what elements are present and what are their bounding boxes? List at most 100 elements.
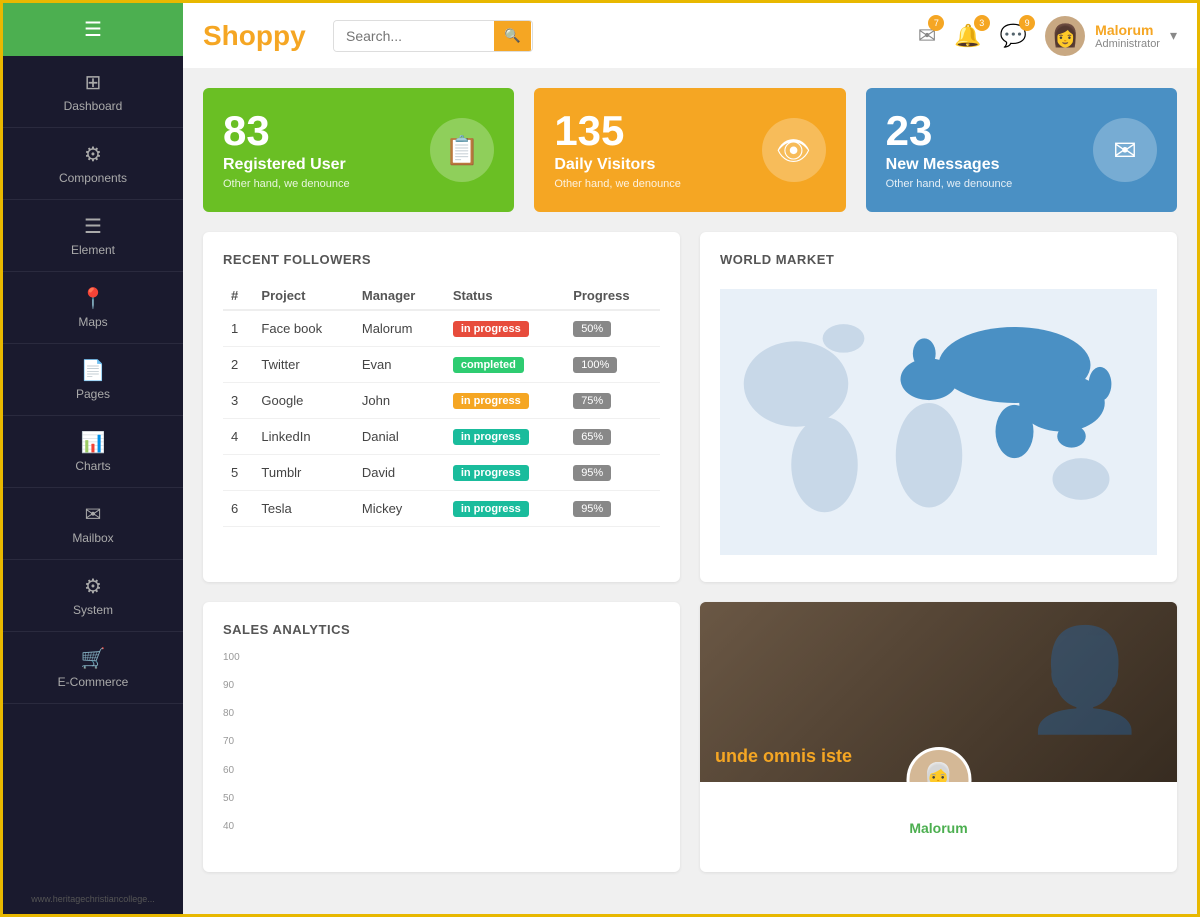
world-market-card: WORLD MARKET [700, 232, 1177, 582]
cell-manager: Mickey [354, 491, 445, 527]
cell-project: LinkedIn [253, 419, 353, 455]
search-input[interactable] [334, 21, 494, 51]
messages-button[interactable]: 💬 9 [1000, 23, 1027, 49]
search-button[interactable]: 🔍 [494, 21, 531, 51]
user-details: Malorum Administrator [1095, 22, 1160, 50]
table-row: 4 LinkedIn Danial in progress 65% [223, 419, 660, 455]
stat-icon-visitors: 👁 [762, 118, 826, 182]
cell-num: 5 [223, 455, 253, 491]
cell-progress: 75% [565, 383, 660, 419]
header-icons: ✉ 7 🔔 3 💬 9 👩 Malorum Administrator ▾ [918, 16, 1177, 56]
chevron-down-icon: ▾ [1170, 27, 1177, 44]
cell-project: Tesla [253, 491, 353, 527]
progress-badge: 65% [573, 429, 611, 445]
sidebar-label-ecommerce: E-Commerce [58, 675, 129, 689]
stat-card-users: 83 Registered User Other hand, we denoun… [203, 88, 514, 212]
maps-icon: 📍 [81, 286, 106, 311]
sidebar-item-ecommerce[interactable]: 🛒 E-Commerce [3, 632, 183, 704]
followers-card: RECENT FOLLOWERS # Project Manager Statu… [203, 232, 680, 582]
notifications-button[interactable]: ✉ 7 [918, 23, 936, 49]
stat-sub-messages: Other hand, we denounce [886, 178, 1013, 190]
stat-card-visitors: 135 Daily Visitors Other hand, we denoun… [534, 88, 845, 212]
cell-status: in progress [445, 491, 565, 527]
stat-icon-messages: ✉ [1093, 118, 1157, 182]
profile-card: unde omnis iste 👤 👩‍🦳 Malorum [700, 602, 1177, 872]
chart-y-labels: 100 90 80 70 60 50 40 [223, 652, 251, 832]
cell-progress: 100% [565, 347, 660, 383]
messages-badge: 9 [1019, 15, 1035, 31]
cell-status: in progress [445, 419, 565, 455]
followers-title: RECENT FOLLOWERS [223, 252, 660, 267]
cell-manager: John [354, 383, 445, 419]
stat-number-visitors: 135 [554, 110, 681, 152]
progress-badge: 50% [573, 321, 611, 337]
user-name: Malorum [1095, 22, 1160, 38]
sidebar-item-mailbox[interactable]: ✉ Mailbox [3, 488, 183, 560]
two-col-top: RECENT FOLLOWERS # Project Manager Statu… [203, 232, 1177, 582]
sidebar-label-system: System [73, 603, 113, 617]
element-icon: ☰ [84, 214, 102, 239]
sidebar-header: ☰ [3, 3, 183, 56]
status-badge: in progress [453, 465, 529, 481]
sidebar-item-element[interactable]: ☰ Element [3, 200, 183, 272]
cell-progress: 95% [565, 455, 660, 491]
profile-bg: unde omnis iste 👤 👩‍🦳 [700, 602, 1177, 782]
sidebar-item-system[interactable]: ⚙ System [3, 560, 183, 632]
stat-sub-users: Other hand, we denounce [223, 178, 350, 190]
sales-analytics-card: SALES ANALYTICS 100 90 80 70 60 50 40 [203, 602, 680, 872]
profile-avatar: 👩‍🦳 [906, 747, 971, 782]
cell-manager: Danial [354, 419, 445, 455]
sidebar-nav: ⊞ Dashboard ⚙ Components ☰ Element 📍 Map… [3, 56, 183, 884]
sidebar-item-charts[interactable]: 📊 Charts [3, 416, 183, 488]
alerts-badge: 3 [974, 15, 990, 31]
status-badge: in progress [453, 429, 529, 445]
cell-project: Google [253, 383, 353, 419]
header: Shoppy 🔍 ✉ 7 🔔 3 💬 9 👩 Malorum Adm [183, 3, 1197, 68]
profile-name: Malorum [700, 782, 1177, 846]
world-map-container [720, 282, 1157, 562]
cell-num: 6 [223, 491, 253, 527]
progress-badge: 75% [573, 393, 611, 409]
sidebar-item-components[interactable]: ⚙ Components [3, 128, 183, 200]
page-body: 83 Registered User Other hand, we denoun… [183, 68, 1197, 914]
stat-label-messages: New Messages [886, 156, 1013, 174]
progress-badge: 100% [573, 357, 617, 373]
sidebar-item-maps[interactable]: 📍 Maps [3, 272, 183, 344]
search-bar: 🔍 [333, 20, 533, 52]
table-row: 6 Tesla Mickey in progress 95% [223, 491, 660, 527]
sidebar-item-pages[interactable]: 📄 Pages [3, 344, 183, 416]
two-col-bottom: SALES ANALYTICS 100 90 80 70 60 50 40 [203, 602, 1177, 872]
cell-status: in progress [445, 383, 565, 419]
sidebar-label-charts: Charts [75, 459, 110, 473]
cell-num: 1 [223, 310, 253, 347]
progress-badge: 95% [573, 501, 611, 517]
app-logo: Shoppy [203, 20, 313, 52]
sales-analytics-title: SALES ANALYTICS [223, 622, 660, 637]
world-map-svg [720, 282, 1157, 562]
sidebar-label-dashboard: Dashboard [64, 99, 123, 113]
dashboard-icon: ⊞ [85, 70, 102, 95]
stat-number-users: 83 [223, 110, 350, 152]
user-menu[interactable]: 👩 Malorum Administrator ▾ [1045, 16, 1177, 56]
stat-card-messages: 23 New Messages Other hand, we denounce … [866, 88, 1177, 212]
stat-label-users: Registered User [223, 156, 350, 174]
chart-area: 100 90 80 70 60 50 40 [223, 652, 660, 852]
col-progress: Progress [565, 282, 660, 310]
hamburger-icon[interactable]: ☰ [84, 17, 102, 42]
stat-sub-visitors: Other hand, we denounce [554, 178, 681, 190]
profile-avatar-wrap: 👩‍🦳 [906, 747, 971, 782]
followers-table: # Project Manager Status Progress 1 Face… [223, 282, 660, 527]
col-status: Status [445, 282, 565, 310]
table-row: 1 Face book Malorum in progress 50% [223, 310, 660, 347]
main-content: Shoppy 🔍 ✉ 7 🔔 3 💬 9 👩 Malorum Adm [183, 3, 1197, 914]
status-badge: in progress [453, 321, 529, 337]
table-row: 5 Tumblr David in progress 95% [223, 455, 660, 491]
progress-badge: 95% [573, 465, 611, 481]
sidebar-item-dashboard[interactable]: ⊞ Dashboard [3, 56, 183, 128]
stat-label-visitors: Daily Visitors [554, 156, 681, 174]
status-badge: in progress [453, 393, 529, 409]
alerts-button[interactable]: 🔔 3 [954, 23, 981, 49]
stat-info-users: 83 Registered User Other hand, we denoun… [223, 110, 350, 190]
user-role: Administrator [1095, 38, 1160, 50]
pages-icon: 📄 [81, 358, 106, 383]
